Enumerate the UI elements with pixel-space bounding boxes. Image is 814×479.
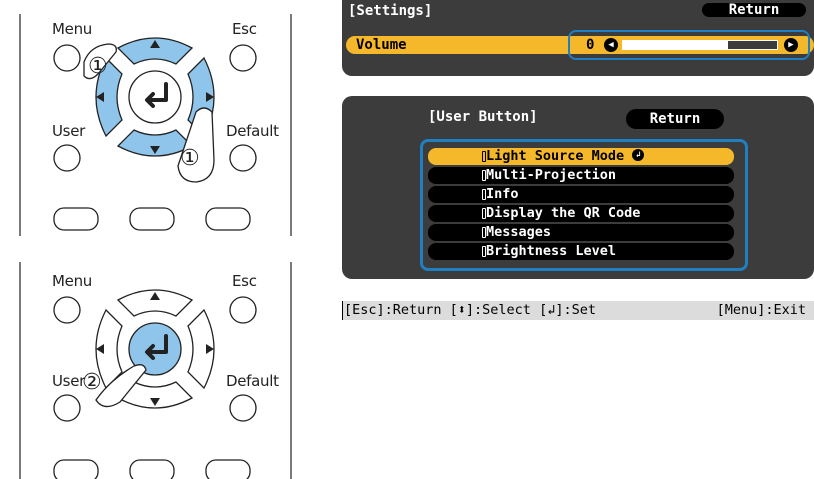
- user-button[interactable]: [53, 394, 81, 422]
- menu-label: Menu: [52, 272, 92, 290]
- remote-control-step2: Menu Esc User Default ②: [0, 262, 300, 479]
- menu-button[interactable]: [53, 44, 81, 72]
- user-button-menu-panel: [User Button] Return Light Source Mode ↲ …: [342, 96, 814, 279]
- remote-step2-drawing: [19, 262, 292, 479]
- list-item-label: Messages: [486, 224, 552, 240]
- bottom-button-left[interactable]: [53, 459, 99, 479]
- help-bar-exit-text: [Menu]:Exit: [716, 302, 806, 318]
- menu-label: Menu: [52, 20, 92, 38]
- user-button-title: [User Button]: [428, 109, 538, 125]
- settings-menu-panel: [Settings] Return Volume 0 ◀ ▶: [342, 0, 814, 76]
- list-item-label: Light Source Mode: [486, 148, 625, 164]
- bottom-button-right[interactable]: [205, 207, 251, 231]
- bottom-button-left[interactable]: [53, 207, 99, 231]
- step-badge-1b: ①: [180, 146, 200, 171]
- bottom-button-center[interactable]: [129, 207, 175, 231]
- list-item-multi-projection[interactable]: Multi-Projection: [428, 167, 734, 184]
- help-bar: [Esc]:Return [⬍]:Select [↲]:Set [Menu]:E…: [342, 301, 814, 320]
- default-label: Default: [226, 122, 279, 140]
- volume-slider[interactable]: [622, 40, 778, 50]
- volume-value: 0: [586, 37, 595, 53]
- enter-button[interactable]: [128, 70, 182, 124]
- help-bar-left-text: [Esc]:Return [⬍]:Select [↲]:Set: [344, 302, 596, 318]
- remote-control-step1: Menu Esc User Default ① ①: [0, 0, 300, 236]
- esc-button[interactable]: [229, 44, 257, 72]
- list-item-brightness-level[interactable]: Brightness Level: [428, 243, 734, 260]
- step-badge-1a: ①: [88, 54, 108, 79]
- user-label: User: [52, 372, 85, 390]
- volume-decrease-icon[interactable]: ◀: [604, 38, 618, 52]
- list-item-label: Display the QR Code: [486, 205, 641, 221]
- list-item-info[interactable]: Info: [428, 186, 734, 203]
- list-item-label: Multi-Projection: [486, 167, 617, 183]
- volume-label: Volume: [356, 37, 407, 53]
- user-label: User: [52, 122, 85, 140]
- step-badge-2: ②: [82, 370, 102, 395]
- settings-title: [Settings]: [348, 3, 433, 19]
- default-button[interactable]: [229, 394, 257, 422]
- list-item-label: Brightness Level: [486, 243, 617, 259]
- bottom-button-center[interactable]: [129, 459, 175, 479]
- esc-label: Esc: [232, 20, 257, 38]
- list-item-label: Info: [486, 186, 519, 202]
- settings-return-button[interactable]: Return: [702, 3, 806, 17]
- esc-button[interactable]: [229, 296, 257, 324]
- user-button[interactable]: [53, 144, 81, 172]
- default-label: Default: [226, 372, 279, 390]
- esc-label: Esc: [232, 272, 257, 290]
- list-item-messages[interactable]: Messages: [428, 224, 734, 241]
- bottom-button-right[interactable]: [205, 459, 251, 479]
- list-item-light-source-mode[interactable]: Light Source Mode ↲: [428, 148, 734, 165]
- list-item-display-qr-code[interactable]: Display the QR Code: [428, 205, 734, 222]
- volume-increase-icon[interactable]: ▶: [784, 38, 798, 52]
- user-button-return-button[interactable]: Return: [626, 109, 724, 129]
- enter-icon: ↲: [632, 149, 645, 161]
- default-button[interactable]: [229, 144, 257, 172]
- menu-button[interactable]: [53, 296, 81, 324]
- volume-slider-fill: [623, 41, 728, 49]
